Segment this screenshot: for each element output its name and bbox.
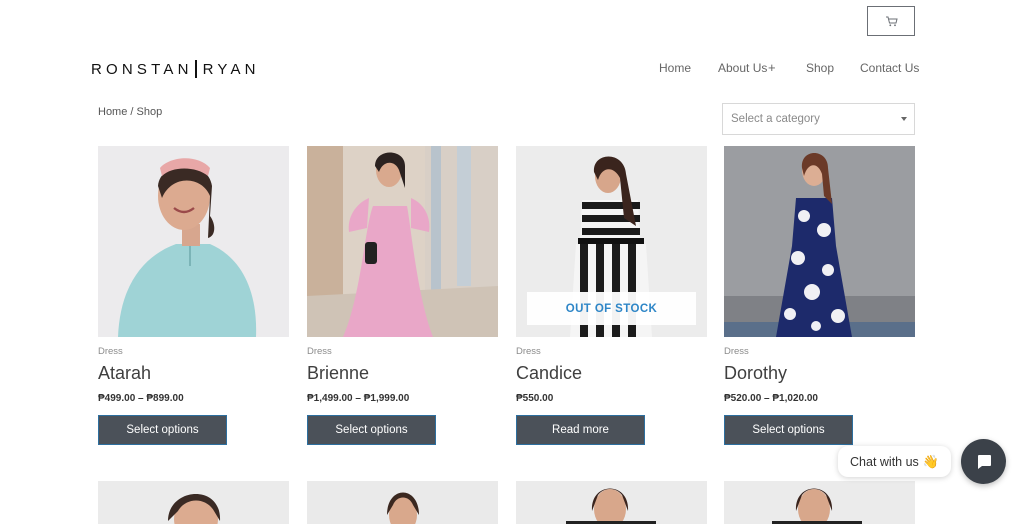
nav-about-us[interactable]: About Us <box>718 61 767 75</box>
category-select-value: Select a category <box>731 113 820 125</box>
nav-contact-us[interactable]: Contact Us <box>860 61 919 75</box>
product-price: ₱499.00 – ₱899.00 <box>98 393 184 404</box>
nav-shop[interactable]: Shop <box>806 61 834 75</box>
cart-button[interactable] <box>867 6 915 36</box>
read-more-button[interactable]: Read more <box>516 415 645 445</box>
breadcrumb[interactable]: Home / Shop <box>98 106 162 118</box>
product-image[interactable] <box>98 481 289 524</box>
product-card: Dress Brienne ₱1,499.00 – ₱1,999.00 Sele… <box>307 146 498 445</box>
chat-with-us-bubble[interactable]: Chat with us 👋 <box>838 446 951 477</box>
product-image[interactable]: OUT OF STOCK <box>516 146 707 337</box>
product-category[interactable]: Dress <box>724 346 915 357</box>
out-of-stock-badge: OUT OF STOCK <box>527 292 696 325</box>
product-price: ₱550.00 <box>516 393 554 404</box>
select-options-button[interactable]: Select options <box>724 415 853 445</box>
product-image[interactable] <box>307 146 498 337</box>
product-image[interactable] <box>307 481 498 524</box>
chat-launcher-button[interactable] <box>961 439 1006 484</box>
product-category[interactable]: Dress <box>98 346 289 357</box>
nav-home[interactable]: Home <box>659 61 691 75</box>
product-image[interactable] <box>724 146 915 337</box>
product-image[interactable] <box>724 481 915 524</box>
nav-about-expand-icon[interactable]: + <box>768 60 776 75</box>
product-name[interactable]: Dorothy <box>724 363 915 384</box>
product-price: ₱520.00 – ₱1,020.00 <box>724 393 818 404</box>
select-options-button[interactable]: Select options <box>307 415 436 445</box>
main-nav: Home About Us + Shop Contact Us <box>0 60 1024 75</box>
product-category[interactable]: Dress <box>307 346 498 357</box>
chat-label: Chat with us <box>850 454 919 469</box>
wave-emoji-icon: 👋 <box>922 453 939 469</box>
product-image[interactable] <box>516 481 707 524</box>
product-name[interactable]: Atarah <box>98 363 289 384</box>
category-select[interactable]: Select a category <box>722 103 915 135</box>
product-image[interactable] <box>98 146 289 337</box>
product-card: Dress Atarah ₱499.00 – ₱899.00 Select op… <box>98 146 289 445</box>
product-name[interactable]: Brienne <box>307 363 498 384</box>
product-card: OUT OF STOCK Dress Candice ₱550.00 Read … <box>516 146 707 445</box>
chat-bubble-icon <box>977 454 991 469</box>
product-name[interactable]: Candice <box>516 363 707 384</box>
cart-icon <box>885 16 898 26</box>
select-options-button[interactable]: Select options <box>98 415 227 445</box>
caret-down-icon <box>901 117 907 121</box>
product-category[interactable]: Dress <box>516 346 707 357</box>
product-price: ₱1,499.00 – ₱1,999.00 <box>307 393 410 404</box>
product-card: Dress Dorothy ₱520.00 – ₱1,020.00 Select… <box>724 146 915 445</box>
